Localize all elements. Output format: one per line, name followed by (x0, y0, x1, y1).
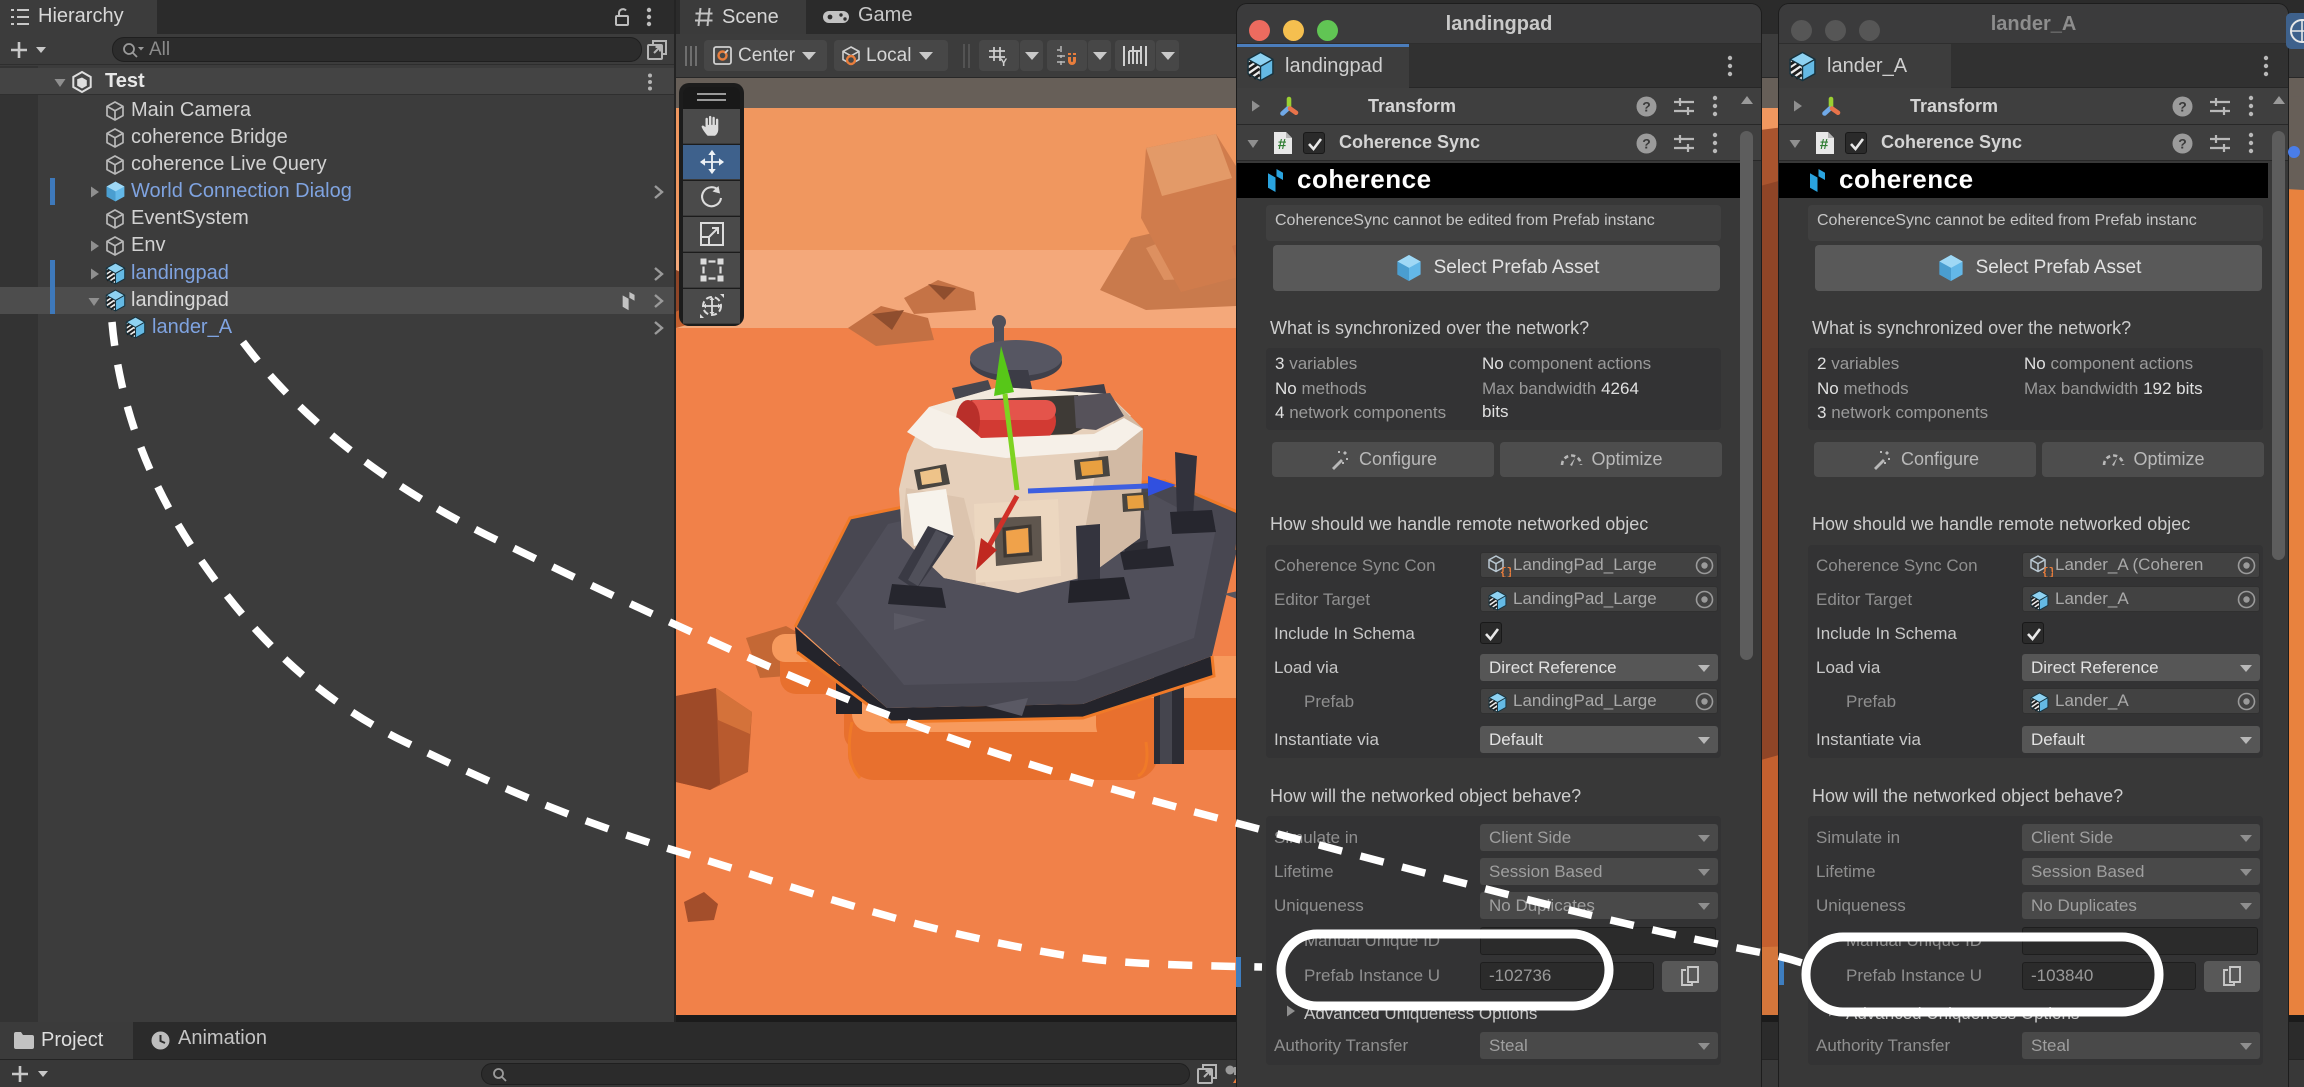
svg-text:?: ? (2178, 136, 2187, 152)
svg-text:Y: Y (1000, 57, 1008, 68)
svg-text:#: # (1278, 136, 1287, 153)
svg-text:?: ? (2178, 99, 2187, 115)
svg-text:?: ? (1642, 136, 1651, 152)
svg-text:{}: {} (2042, 567, 2053, 577)
svg-text:#: # (1820, 136, 1829, 153)
svg-text:{}: {} (1500, 567, 1511, 577)
svg-text:?: ? (1642, 99, 1651, 115)
